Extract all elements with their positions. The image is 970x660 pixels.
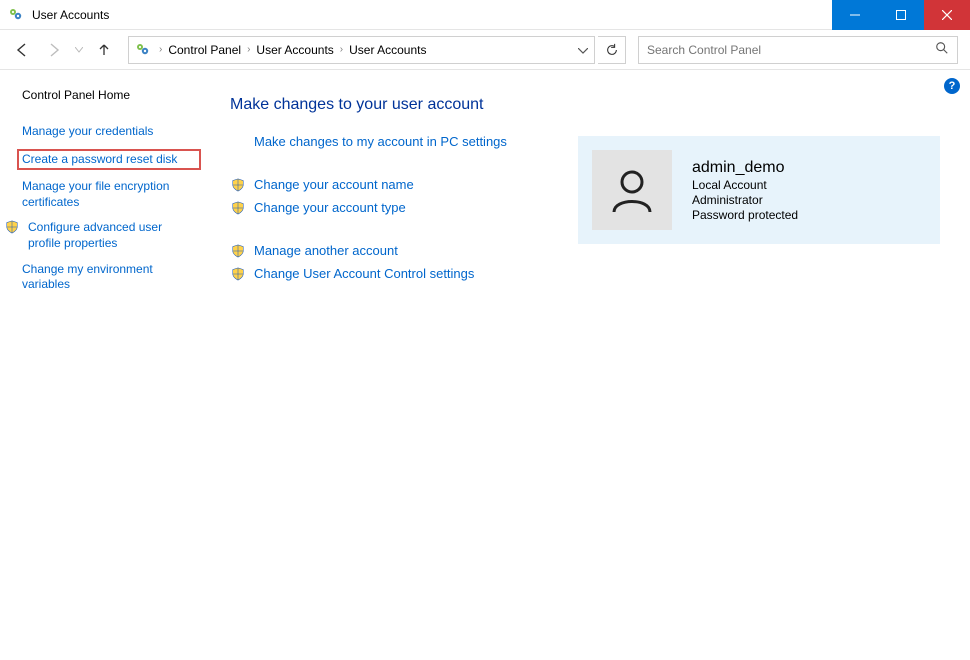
sidebar-links: Manage your credentials Create a passwor…: [22, 124, 200, 293]
back-button[interactable]: [8, 36, 36, 64]
shield-icon: [230, 178, 246, 192]
shield-icon: [4, 220, 20, 234]
minimize-button[interactable]: [832, 0, 878, 30]
up-button[interactable]: [90, 36, 118, 64]
breadcrumb-user-accounts[interactable]: User Accounts: [349, 43, 426, 57]
sidebar-link-label: Manage your file encryption certificates: [22, 179, 182, 210]
main-panel: Make changes to your user account Make c…: [200, 70, 970, 660]
user-icon: [606, 164, 658, 216]
shield-icon: [230, 267, 246, 281]
chevron-right-icon[interactable]: ›: [159, 44, 162, 55]
account-card-column: admin_demo Local Account Administrator P…: [578, 96, 940, 660]
current-account-card: admin_demo Local Account Administrator P…: [578, 136, 940, 244]
recent-locations-dropdown[interactable]: [72, 36, 86, 64]
address-history-dropdown[interactable]: [578, 43, 588, 57]
sidebar-item-credentials[interactable]: Manage your credentials: [22, 124, 200, 140]
sidebar-item-env-vars[interactable]: Change my environment variables: [22, 262, 200, 293]
account-info: admin_demo Local Account Administrator P…: [692, 159, 798, 222]
control-panel-home-link[interactable]: Control Panel Home: [22, 88, 200, 102]
search-input[interactable]: [647, 43, 935, 57]
sidebar-link-label: Manage your credentials: [22, 124, 153, 140]
sidebar-link-label: Configure advanced user profile properti…: [28, 220, 188, 251]
shield-icon: [230, 244, 246, 258]
action-label: Change your account name: [254, 177, 414, 192]
refresh-button[interactable]: [598, 36, 626, 64]
action-label: Make changes to my account in PC setting…: [254, 134, 507, 149]
close-button[interactable]: [924, 0, 970, 30]
chevron-right-icon[interactable]: ›: [247, 44, 250, 55]
sidebar-item-password-reset-disk[interactable]: Create a password reset disk: [18, 150, 200, 170]
account-name: admin_demo: [692, 159, 798, 177]
breadcrumb-control-panel[interactable]: Control Panel: [168, 43, 241, 57]
search-icon[interactable]: [935, 41, 949, 58]
account-password-status: Password protected: [692, 208, 798, 222]
window-title: User Accounts: [32, 8, 832, 22]
maximize-button[interactable]: [878, 0, 924, 30]
link-manage-another[interactable]: Manage another account: [230, 243, 550, 258]
sidebar-link-label: Create a password reset disk: [22, 152, 177, 168]
sidebar-item-advanced-profile[interactable]: Configure advanced user profile properti…: [22, 220, 200, 251]
search-box[interactable]: [638, 36, 958, 64]
sidebar: Control Panel Home Manage your credentia…: [0, 70, 200, 660]
breadcrumb-user-accounts-category[interactable]: User Accounts: [256, 43, 333, 57]
link-pc-settings[interactable]: Make changes to my account in PC setting…: [230, 134, 550, 149]
sidebar-item-encryption-certs[interactable]: Manage your file encryption certificates: [22, 179, 200, 210]
user-accounts-breadcrumb-icon: [135, 41, 153, 59]
action-label: Manage another account: [254, 243, 398, 258]
toolbar: › Control Panel › User Accounts › User A…: [0, 30, 970, 70]
link-change-name[interactable]: Change your account name: [230, 177, 550, 192]
action-label: Change User Account Control settings: [254, 266, 474, 281]
action-label: Change your account type: [254, 200, 406, 215]
account-role: Administrator: [692, 193, 798, 207]
user-accounts-app-icon: [8, 6, 26, 24]
link-change-type[interactable]: Change your account type: [230, 200, 550, 215]
content-area: ? Control Panel Home Manage your credent…: [0, 70, 970, 660]
help-icon: ?: [949, 80, 956, 92]
forward-button[interactable]: [40, 36, 68, 64]
avatar: [592, 150, 672, 230]
main-actions: Make changes to your user account Make c…: [230, 96, 550, 660]
account-type: Local Account: [692, 178, 798, 192]
title-bar: User Accounts: [0, 0, 970, 30]
link-uac-settings[interactable]: Change User Account Control settings: [230, 266, 550, 281]
help-button[interactable]: ?: [944, 78, 960, 94]
address-bar[interactable]: › Control Panel › User Accounts › User A…: [128, 36, 595, 64]
page-heading: Make changes to your user account: [230, 96, 550, 114]
shield-icon: [230, 201, 246, 215]
chevron-right-icon[interactable]: ›: [340, 44, 343, 55]
sidebar-link-label: Change my environment variables: [22, 262, 182, 293]
